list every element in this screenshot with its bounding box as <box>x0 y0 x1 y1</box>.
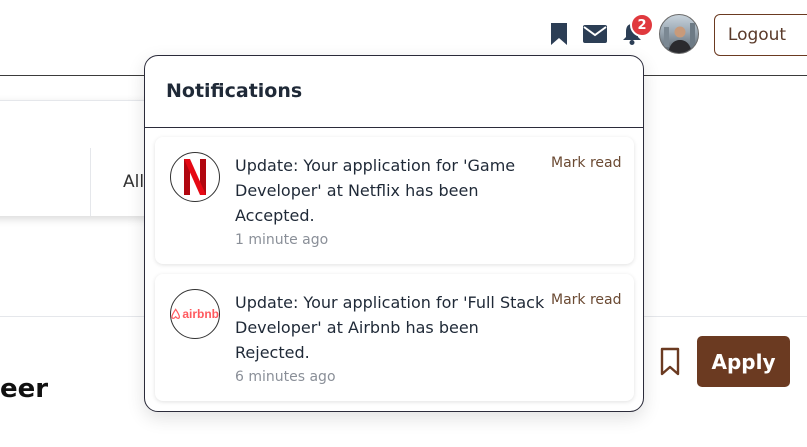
apply-button[interactable]: Apply <box>697 336 790 387</box>
avatar[interactable] <box>659 14 699 54</box>
filter-tab-all[interactable]: All <box>123 172 144 192</box>
notification-time: 1 minute ago <box>235 232 329 248</box>
notifications-dropdown: Notifications Update: Your application f… <box>144 55 644 412</box>
notifications-title: Notifications <box>145 56 643 128</box>
filter-card <box>0 100 160 216</box>
logout-button[interactable]: Logout <box>714 14 807 56</box>
notification-count-badge: 2 <box>630 13 654 37</box>
notification-item[interactable]: airbnb Update: Your application for 'Ful… <box>155 274 634 401</box>
airbnb-wordmark: airbnb <box>182 307 219 321</box>
airbnb-logo-icon: airbnb <box>170 289 220 339</box>
filter-divider <box>90 148 91 216</box>
notification-message: Update: Your application for 'Full Stack… <box>235 293 545 362</box>
mark-read-link[interactable]: Mark read <box>551 155 622 171</box>
notification-item[interactable]: Update: Your application for 'Game Devel… <box>155 137 634 264</box>
mark-read-link[interactable]: Mark read <box>551 292 622 308</box>
notification-message: Update: Your application for 'Game Devel… <box>235 156 516 225</box>
mail-icon[interactable] <box>583 22 607 46</box>
notification-time: 6 minutes ago <box>235 369 336 385</box>
netflix-logo-icon <box>170 152 220 202</box>
job-title: eer <box>0 374 49 404</box>
job-bookmark-icon[interactable] <box>659 347 681 377</box>
bookmark-icon[interactable] <box>547 22 571 46</box>
